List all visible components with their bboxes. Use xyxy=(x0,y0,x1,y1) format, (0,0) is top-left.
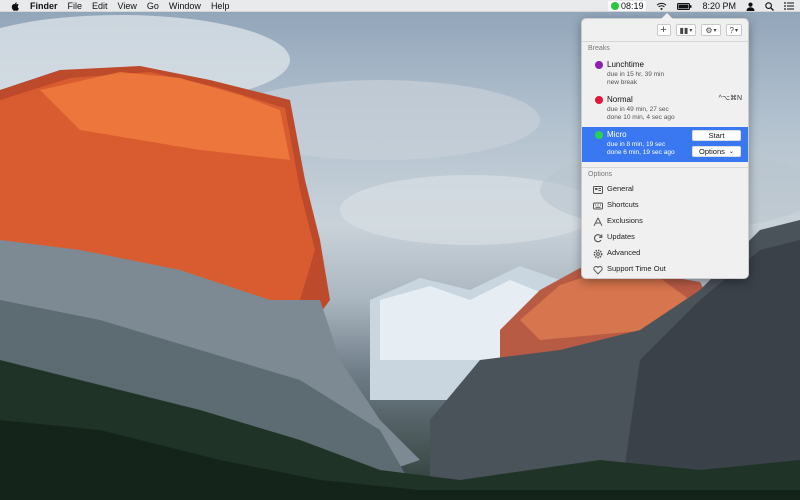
popover-toolbar: + ▮▮ ▾ ⚙ ▾ ? ▾ xyxy=(656,24,742,36)
start-button-label: Start xyxy=(708,131,725,140)
popover-arrow xyxy=(661,13,673,19)
menu-app-name[interactable]: Finder xyxy=(30,1,58,11)
pause-menu-button[interactable]: ▮▮ ▾ xyxy=(675,24,697,36)
options-section-label: Options xyxy=(588,171,613,178)
help-menu-button[interactable]: ? ▾ xyxy=(725,24,742,36)
menu-go[interactable]: Go xyxy=(147,1,159,11)
menu-bar: Finder File Edit View Go Window Help 08:… xyxy=(0,0,800,12)
start-break-button[interactable]: Start xyxy=(692,130,741,141)
break-color-dot xyxy=(595,96,603,104)
break-status-text: new break xyxy=(607,79,637,86)
wifi-icon[interactable] xyxy=(656,2,667,11)
settings-menu-button[interactable]: ⚙ ▾ xyxy=(701,24,721,36)
apple-menu-icon[interactable] xyxy=(10,1,20,11)
timeout-status-item[interactable]: 08:19 xyxy=(607,1,647,11)
break-color-dot xyxy=(595,131,603,139)
chevron-down-icon: ▾ xyxy=(689,27,693,34)
notification-center-icon[interactable] xyxy=(784,2,794,10)
break-row-micro[interactable]: Micro due in 8 min, 19 sec done 6 min, 1… xyxy=(582,127,748,162)
break-due-text: due in 49 min, 27 sec xyxy=(607,106,669,113)
break-status-text: done 6 min, 19 sec ago xyxy=(607,149,675,156)
keyboard-icon xyxy=(593,200,603,210)
option-updates[interactable]: Updates xyxy=(582,229,748,245)
break-row-lunchtime[interactable]: Lunchtime due in 15 hr, 39 min new break xyxy=(582,57,748,91)
menu-help[interactable]: Help xyxy=(211,1,230,11)
option-label: Exclusions xyxy=(607,216,643,225)
chevron-down-icon: ▾ xyxy=(713,27,717,34)
breaks-section-label: Breaks xyxy=(588,45,610,52)
option-exclusions[interactable]: Exclusions xyxy=(582,213,748,229)
pause-icon: ▮▮ xyxy=(679,25,689,35)
break-row-normal[interactable]: Normal ^⌥⌘N due in 49 min, 27 sec done 1… xyxy=(582,92,748,126)
chevron-down-icon: ▾ xyxy=(734,27,738,34)
menu-file[interactable]: File xyxy=(68,1,83,11)
break-status-text: done 10 min, 4 sec ago xyxy=(607,114,675,121)
exclusions-icon xyxy=(593,216,603,227)
option-support[interactable]: Support Time Out xyxy=(582,261,748,277)
menu-clock[interactable]: 8:20 PM xyxy=(702,1,736,11)
break-color-dot xyxy=(595,61,603,69)
menu-view[interactable]: View xyxy=(118,1,137,11)
break-name: Lunchtime xyxy=(607,60,644,69)
gear-icon: ⚙ xyxy=(705,25,713,35)
option-general[interactable]: General xyxy=(582,181,748,197)
general-icon xyxy=(593,184,603,194)
option-label: Support Time Out xyxy=(607,264,666,273)
refresh-icon xyxy=(593,232,603,243)
user-icon[interactable] xyxy=(746,2,755,11)
timer-status-dot xyxy=(610,2,619,10)
gear-icon xyxy=(593,248,603,259)
breaks-divider xyxy=(582,167,748,168)
option-label: Advanced xyxy=(607,248,641,257)
timer-countdown: 08:19 xyxy=(620,1,644,11)
timeout-popover: + ▮▮ ▾ ⚙ ▾ ? ▾ Breaks Lunchtime due in 15 h… xyxy=(581,13,749,279)
option-advanced[interactable]: Advanced xyxy=(582,245,748,261)
options-dropdown-label: Options xyxy=(699,147,725,156)
break-shortcut: ^⌥⌘N xyxy=(718,95,742,102)
option-label: Shortcuts xyxy=(607,200,639,209)
toolbar-divider xyxy=(582,41,748,42)
add-break-button[interactable]: + xyxy=(656,24,671,36)
battery-icon[interactable] xyxy=(677,2,692,10)
break-name: Normal xyxy=(607,95,633,104)
option-label: Updates xyxy=(607,232,635,241)
break-due-text: due in 15 hr, 39 min xyxy=(607,71,665,78)
option-label: General xyxy=(607,184,634,193)
break-name: Micro xyxy=(607,130,627,139)
break-due-text: due in 8 min, 19 sec xyxy=(607,141,666,148)
menu-window[interactable]: Window xyxy=(169,1,201,11)
spotlight-search-icon[interactable] xyxy=(765,1,774,11)
break-options-dropdown[interactable]: Options ⌄ xyxy=(692,146,741,157)
heart-icon xyxy=(593,264,603,275)
chevron-down-icon: ⌄ xyxy=(728,149,734,155)
menu-edit[interactable]: Edit xyxy=(92,1,108,11)
status-area: 08:19 8:20 PM xyxy=(598,0,794,12)
help-icon: ? xyxy=(729,25,734,35)
option-shortcuts[interactable]: Shortcuts xyxy=(582,197,748,213)
